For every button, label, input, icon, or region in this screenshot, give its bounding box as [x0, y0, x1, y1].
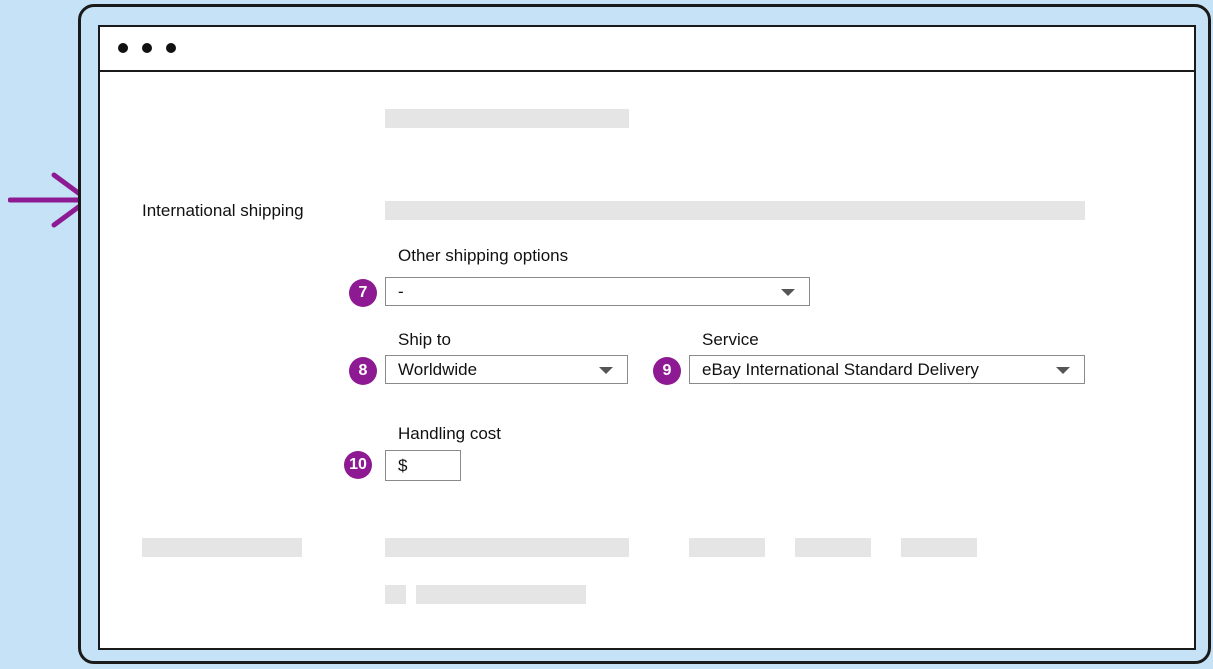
step-badge: 10	[344, 451, 372, 479]
window-dot-icon	[166, 43, 176, 53]
window-dot-icon	[118, 43, 128, 53]
step-badge: 8	[349, 357, 377, 385]
chevron-down-icon	[1056, 367, 1070, 374]
other-shipping-options-value: -	[398, 282, 404, 301]
placeholder-bar	[416, 585, 586, 604]
service-label: Service	[702, 330, 759, 349]
section-label-international-shipping: International shipping	[142, 201, 304, 220]
step-badge: 9	[653, 357, 681, 385]
other-shipping-options-select[interactable]: -	[385, 277, 810, 306]
window-dot-icon	[142, 43, 152, 53]
service-value: eBay International Standard Delivery	[702, 360, 979, 379]
chevron-down-icon	[599, 367, 613, 374]
placeholder-bar	[689, 538, 765, 557]
step-badge: 7	[349, 279, 377, 307]
ship-to-label: Ship to	[398, 330, 451, 349]
placeholder-bar	[901, 538, 977, 557]
placeholder-bar	[142, 538, 302, 557]
placeholder-bar	[385, 538, 629, 557]
currency-symbol: $	[398, 456, 408, 475]
placeholder-bar	[385, 109, 629, 128]
other-shipping-options-label: Other shipping options	[398, 246, 569, 265]
placeholder-bar	[795, 538, 871, 557]
ship-to-value: Worldwide	[398, 360, 478, 379]
handling-cost-label: Handling cost	[398, 424, 502, 443]
service-select[interactable]: eBay International Standard Delivery	[689, 355, 1085, 384]
handling-cost-input[interactable]: $	[385, 450, 461, 481]
placeholder-bar	[385, 201, 1085, 220]
ship-to-select[interactable]: Worldwide	[385, 355, 628, 384]
placeholder-bar	[385, 585, 406, 604]
chevron-down-icon	[781, 289, 795, 296]
window-titlebar	[100, 27, 1194, 72]
